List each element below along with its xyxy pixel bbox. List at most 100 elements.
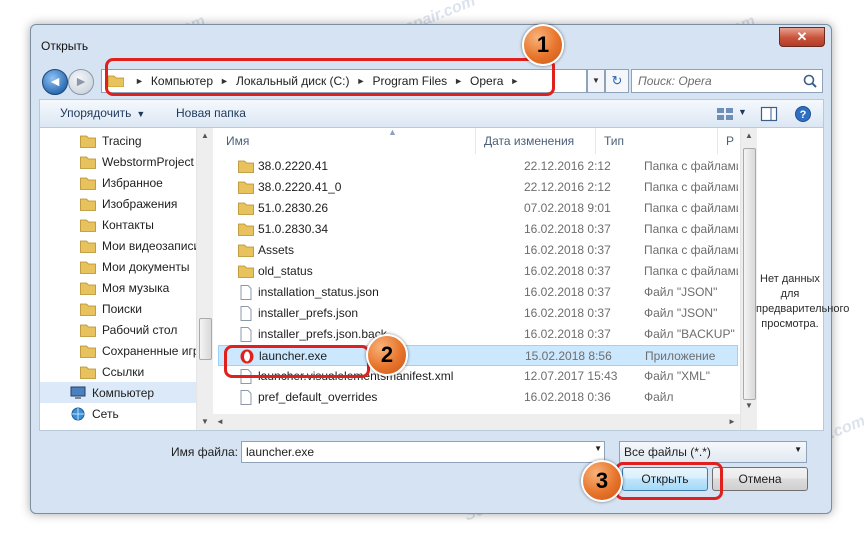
folder-icon xyxy=(80,281,96,295)
column-size-label: Р xyxy=(726,134,735,148)
folder-icon xyxy=(80,323,96,337)
open-file-dialog: Открыть ✕ ◄ ► ► Компьютер ► Локальный ди… xyxy=(30,24,849,514)
network-icon xyxy=(70,407,86,421)
file-row[interactable]: installer_prefs.json.back 16.02.2018 0:37… xyxy=(218,324,738,345)
chevron-down-icon: ▼ xyxy=(592,76,600,85)
view-options-icon[interactable] xyxy=(716,106,736,122)
svg-text:?: ? xyxy=(800,109,807,121)
file-name: installer_prefs.json.back xyxy=(258,327,387,341)
sidebar-item[interactable]: Сеть xyxy=(40,403,198,424)
preview-pane-icon[interactable] xyxy=(760,105,778,123)
file-name: 51.0.2830.34 xyxy=(258,222,329,236)
address-dropdown-button[interactable]: ▼ xyxy=(587,69,605,93)
file-type: Файл "BACKUP" xyxy=(644,327,735,341)
file-row[interactable]: Assets 16.02.2018 0:37 Папка с файлами xyxy=(218,240,738,261)
sidebar-item[interactable]: Tracing xyxy=(40,130,198,151)
file-date: 22.12.2016 2:12 xyxy=(524,180,611,194)
nav-pane-scrollbar[interactable]: ▲ ▼ xyxy=(196,128,213,430)
file-row[interactable]: installer_prefs.json 16.02.2018 0:37 Файл … xyxy=(218,303,738,324)
view-dropdown-icon[interactable]: ▼ xyxy=(738,107,747,117)
file-row[interactable]: 51.0.2830.26 07.02.2018 9:01 Папка с файла… xyxy=(218,198,738,219)
new-folder-button[interactable]: Новая папка xyxy=(176,106,246,120)
folder-icon xyxy=(80,302,96,316)
back-button[interactable]: ◄ xyxy=(42,69,68,95)
folder-icon xyxy=(80,134,96,148)
filename-label: Имя файла: xyxy=(171,445,238,459)
file-list-scrollbar[interactable]: ▲ ▼ xyxy=(740,128,757,430)
sidebar-item[interactable]: Компьютер xyxy=(40,382,198,403)
file-row[interactable]: 38.0.2220.41_0 22.12.2016 2:12 Папка с фай… xyxy=(218,177,738,198)
file-icon xyxy=(238,285,254,300)
file-type: Файл "JSON" xyxy=(644,306,718,320)
file-type: Файл "XML" xyxy=(644,369,711,383)
title-bar: Открыть ✕ xyxy=(31,25,831,61)
sidebar-item[interactable]: Сохраненные игр xyxy=(40,340,198,361)
search-input[interactable]: Поиск: Opera xyxy=(631,69,823,93)
cancel-button[interactable]: Отмена xyxy=(712,467,808,491)
sidebar-item-label: Компьютер xyxy=(92,385,155,400)
chevron-down-icon[interactable]: ▼ xyxy=(594,444,602,453)
sidebar-item[interactable]: WebstormProject xyxy=(40,151,198,172)
folder-icon xyxy=(238,264,254,279)
file-row[interactable]: pref_default_overrides 16.02.2018 0:36 Фай… xyxy=(218,387,738,408)
scroll-thumb[interactable] xyxy=(743,148,756,400)
column-date-label: Дата изменения xyxy=(484,134,575,148)
column-header-name[interactable]: ▲ Имя xyxy=(218,128,476,154)
sidebar-item-label: Моя музыка xyxy=(102,280,170,295)
column-header-type[interactable]: Тип xyxy=(596,128,718,154)
file-icon xyxy=(238,327,254,342)
command-toolbar: Упорядочить ▼ Новая папка ▼ ? xyxy=(39,99,824,128)
file-type: Папка с файлами xyxy=(644,159,738,173)
file-row[interactable]: old_status 16.02.2018 0:37 Папка с файлами xyxy=(218,261,738,282)
forward-button[interactable]: ► xyxy=(68,69,94,95)
content-area: Tracing WebstormProject Избранное Изображен… xyxy=(39,127,849,431)
search-placeholder: Поиск: Opera xyxy=(638,74,712,88)
refresh-button[interactable]: ↻ xyxy=(605,69,629,93)
file-type: Файл xyxy=(644,390,674,404)
sidebar-item[interactable]: Контакты xyxy=(40,214,198,235)
sidebar-item-label: Избранное xyxy=(102,175,163,190)
sidebar-item[interactable]: Изображения xyxy=(40,193,198,214)
sidebar-item-label: Сеть xyxy=(92,406,119,421)
file-row[interactable]: installation_status.json 16.02.2018 0:37 Ф… xyxy=(218,282,738,303)
filename-field[interactable]: launcher.exe ▼ xyxy=(241,441,605,463)
file-list-hscrollbar[interactable]: ◄ ► xyxy=(212,414,740,430)
sidebar-item[interactable]: Ссылки xyxy=(40,361,198,382)
sidebar-item-label: Tracing xyxy=(102,133,142,148)
filename-value: launcher.exe xyxy=(246,445,315,459)
sidebar-item[interactable]: Поиски xyxy=(40,298,198,319)
scroll-down-icon[interactable]: ▼ xyxy=(197,414,213,430)
file-type: Папка с файлами xyxy=(644,180,738,194)
sidebar-item-label: Сохраненные игр xyxy=(102,343,198,358)
sidebar-item[interactable]: Рабочий стол xyxy=(40,319,198,340)
sidebar-item[interactable]: Избранное xyxy=(40,172,198,193)
scroll-right-icon[interactable]: ► xyxy=(724,414,740,430)
scroll-up-icon[interactable]: ▲ xyxy=(741,128,757,144)
scroll-down-icon[interactable]: ▼ xyxy=(741,398,757,414)
sidebar-item[interactable]: Мои видеозаписи xyxy=(40,235,198,256)
sidebar-item-label: Контакты xyxy=(102,217,154,232)
scroll-up-icon[interactable]: ▲ xyxy=(197,128,213,144)
folder-icon xyxy=(238,243,254,258)
help-icon[interactable]: ? xyxy=(794,105,812,123)
sidebar-item-label: Мои видеозаписи xyxy=(102,238,198,253)
file-type-select[interactable]: Все файлы (*.*) ▼ xyxy=(619,441,807,463)
scroll-thumb[interactable] xyxy=(199,318,212,360)
column-header-size[interactable]: Р xyxy=(718,128,738,154)
file-date: 16.02.2018 0:37 xyxy=(524,222,611,236)
close-button[interactable]: ✕ xyxy=(779,27,825,47)
search-icon xyxy=(803,74,817,88)
folder-icon xyxy=(80,239,96,253)
file-type-value: Все файлы (*.*) xyxy=(624,445,711,459)
file-row[interactable]: 51.0.2830.34 16.02.2018 0:37 Папка с файла… xyxy=(218,219,738,240)
highlight-selected-file xyxy=(224,345,370,378)
scroll-left-icon[interactable]: ◄ xyxy=(212,414,228,430)
file-row[interactable]: 38.0.2220.41 22.12.2016 2:12 Папка с файла… xyxy=(218,156,738,177)
folder-icon xyxy=(80,344,96,358)
organize-button[interactable]: Упорядочить ▼ xyxy=(60,106,145,120)
highlight-address-bar xyxy=(105,58,555,96)
file-icon xyxy=(238,390,254,405)
sidebar-item[interactable]: Моя музыка xyxy=(40,277,198,298)
sidebar-item[interactable]: Мои документы xyxy=(40,256,198,277)
column-header-date[interactable]: Дата изменения xyxy=(476,128,596,154)
